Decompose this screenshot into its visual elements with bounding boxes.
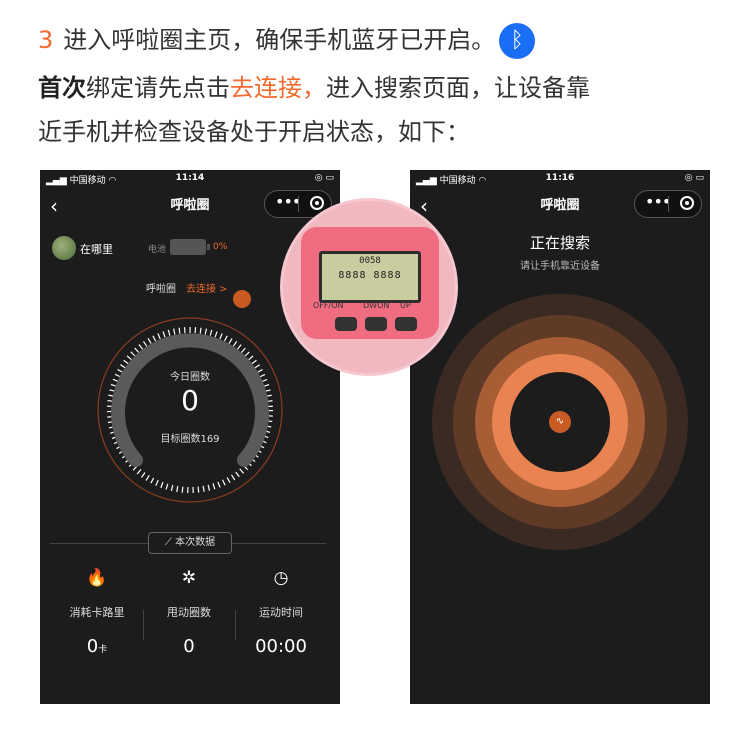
instruction-text-1: 进入呼啦圈主页，确保手机蓝牙已开启。 xyxy=(63,26,496,54)
device-battery-icon xyxy=(170,239,210,255)
more-icon[interactable]: ••• xyxy=(645,192,671,211)
stat-separator xyxy=(235,610,236,640)
bluetooth-icon: ᛒ xyxy=(499,23,536,59)
stat-label: 消耗卡路里 xyxy=(69,606,125,619)
status-bar: ▂▄▆ 中国移动 ◠ 11:14 ◎ ▭ xyxy=(40,173,340,187)
flame-icon: 🔥 xyxy=(86,568,108,588)
today-lap-count: 0 xyxy=(181,384,199,417)
first-time-label: 首次 xyxy=(38,74,86,102)
close-target-icon[interactable] xyxy=(680,196,694,210)
battery-icon: ◎ ▭ xyxy=(314,173,334,183)
stat-laps: ✲ 甩动圈数 0 xyxy=(139,568,239,657)
stats-row: 🔥 消耗卡路里 0卡 ✲ 甩动圈数 0 ◷ 运动时间 00:00 xyxy=(40,568,340,668)
device-zoom-bubble: 0058 8888 8888 OFF/ON DWON UP xyxy=(280,198,458,376)
device-button-label: OFF/ON xyxy=(313,301,344,310)
this-session-label: 本次数据 xyxy=(175,537,216,548)
stat-separator xyxy=(143,610,144,640)
device-label: 呼啦圈 xyxy=(146,284,176,295)
device-button-label: UP xyxy=(400,301,411,310)
battery-label: 电池 xyxy=(148,245,167,255)
stat-time: ◷ 运动时间 00:00 xyxy=(231,568,331,657)
instruction-text-2b: 进入搜索页面，让设备靠 xyxy=(326,74,590,102)
chart-line-icon: ⟋ xyxy=(164,537,172,548)
device-center-icon: ∿ xyxy=(549,411,571,433)
device-lcd: 0058 8888 8888 xyxy=(319,251,421,303)
instruction-line-3: 近手机并检查设备处于开启状态，如下： xyxy=(38,118,470,146)
device-down-button xyxy=(365,317,387,331)
target-lap-label: 目标圈数169 xyxy=(160,434,220,445)
hula-person-icon: ✲ xyxy=(181,568,197,588)
nav-bar: ‹ 呼啦圈 ••• xyxy=(40,188,340,224)
status-time: 11:14 xyxy=(175,173,205,183)
mini-program-capsule: ••• xyxy=(634,190,702,218)
stat-calories: 🔥 消耗卡路里 0卡 xyxy=(47,568,147,657)
today-lap-label: 今日圈数 xyxy=(170,372,210,383)
instruction-line-2: 首次绑定请先点击去连接，进入搜索页面，让设备靠 xyxy=(38,66,718,110)
stat-unit: 卡 xyxy=(98,645,108,655)
lap-gauge: 今日圈数 0 目标圈数169 xyxy=(90,310,290,510)
battery-icon: ◎ ▭ xyxy=(684,173,704,183)
phone-screen-search: ▂▄▆ 中国移动 ◠ 11:16 ◎ ▭ ‹ 呼啦圈 ••• 正在搜索 请让手机… xyxy=(410,170,710,704)
stat-value: 0 xyxy=(86,636,99,657)
stat-value: 00:00 xyxy=(255,636,307,657)
close-target-icon[interactable] xyxy=(310,196,324,210)
device-power-button xyxy=(335,317,357,331)
nav-bar: ‹ 呼啦圈 ••• xyxy=(410,188,710,224)
status-bar: ▂▄▆ 中国移动 ◠ 11:16 ◎ ▭ xyxy=(410,173,710,187)
clock-icon: ◷ xyxy=(273,568,289,588)
user-name: 在哪里 xyxy=(80,243,113,256)
device-button-label: DWON xyxy=(363,301,390,310)
lcd-bottom-digits: 8888 8888 xyxy=(338,270,402,281)
searching-title: 正在搜索 xyxy=(529,234,590,252)
status-time: 11:16 xyxy=(545,173,575,183)
connect-link[interactable]: 去连接 > xyxy=(186,280,228,295)
more-icon[interactable]: ••• xyxy=(275,192,301,211)
instruction-line-1: 3 进入呼啦圈主页，确保手机蓝牙已开启。 ᛒ xyxy=(38,18,718,62)
battery-percent: 0% xyxy=(213,242,228,252)
this-session-pill: ⟋ 本次数据 xyxy=(148,532,232,554)
tap-indicator xyxy=(233,290,251,308)
instruction-text-2a: 绑定请先点击 xyxy=(86,74,230,102)
stat-value: 0 xyxy=(183,636,195,657)
stat-label: 甩动圈数 xyxy=(167,606,211,619)
lcd-top-digits: 0058 xyxy=(359,256,381,266)
device-up-button xyxy=(395,317,417,331)
stat-label: 运动时间 xyxy=(259,606,303,619)
avatar[interactable] xyxy=(52,236,76,260)
step-number: 3 xyxy=(38,26,54,54)
connect-highlight: 去连接， xyxy=(230,74,326,102)
